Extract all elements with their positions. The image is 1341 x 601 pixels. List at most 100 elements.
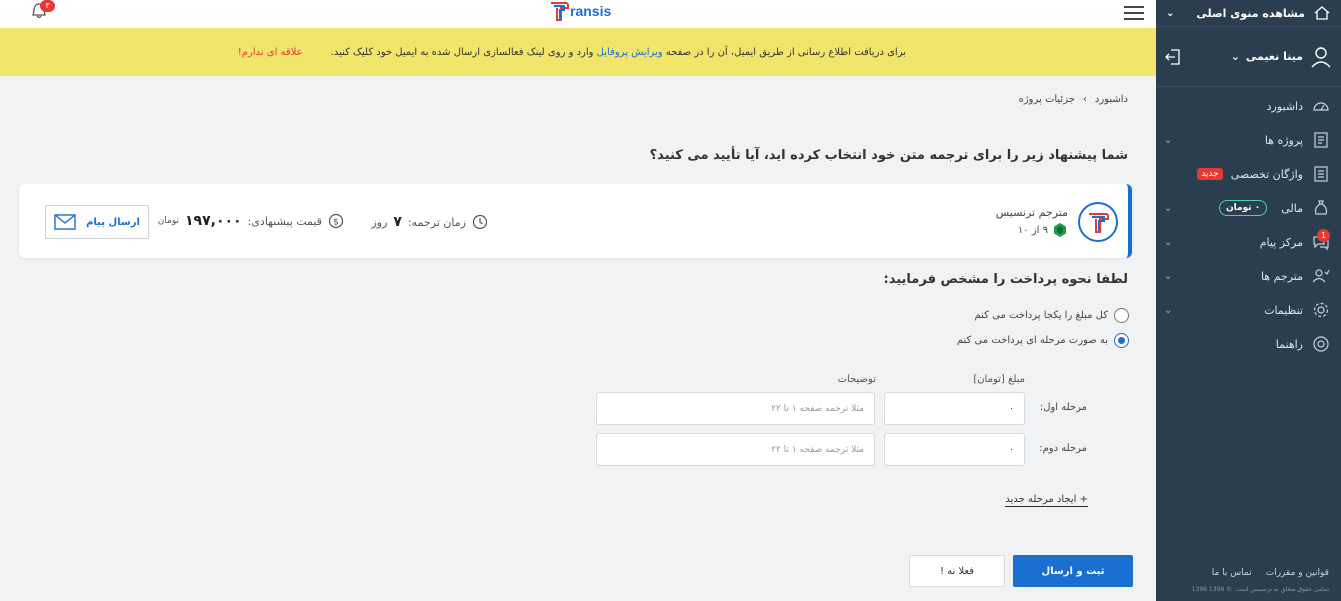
alert-text-after: وارد و روی لینک فعالسازی ارسال شده به ای…	[330, 46, 594, 58]
description-column-header: توضیحات	[837, 374, 876, 385]
sidebar-item-translators[interactable]: مترجم ها ⌄	[1156, 259, 1341, 293]
sidebar-item-messages[interactable]: 1 مرکز پیام ⌄	[1156, 225, 1341, 259]
add-new-stage-link[interactable]: + ایجاد مرحله جدید	[1005, 494, 1088, 507]
main-menu-toggle[interactable]: مشاهده منوی اصلی ⌄	[1156, 0, 1341, 27]
envelope-icon	[54, 214, 76, 230]
sidebar-item-label: واژگان تخصصی	[1230, 167, 1303, 181]
stage-1-description-input[interactable]: مثلا ترجمه صفحه ۱ تا ۲۲	[596, 392, 875, 425]
logo[interactable]: ransis	[548, 0, 611, 22]
chevron-down-icon: ⌄	[1164, 236, 1173, 248]
email-alert-banner: برای دریافت اطلاع رسانی از طریق ایمیل، آ…	[0, 28, 1156, 76]
rating-text: ۹ از ۱۰	[1017, 224, 1048, 236]
logout-icon[interactable]	[1164, 48, 1182, 66]
not-interested-link[interactable]: علاقه ای ندارم!	[238, 47, 303, 58]
price-label: قیمت پیشنهادی:	[247, 214, 322, 228]
footer-links: قوانین و مقررات تماس با ما	[1168, 568, 1329, 578]
stage-1-amount-input[interactable]: ۰	[884, 392, 1025, 425]
chevron-down-icon: ⌄	[1164, 270, 1173, 282]
option-stages-label: به صورت مرحله ای پرداخت می کنم	[956, 335, 1108, 346]
stage-2-description-input[interactable]: مثلا ترجمه صفحه ۱ تا ۲۲	[596, 433, 875, 466]
translation-time: زمان ترجمه: ۷ روز	[371, 214, 488, 230]
stage-2-label: مرحله دوم:	[1039, 443, 1087, 454]
footer-link-rules[interactable]: قوانین و مقررات	[1266, 568, 1329, 578]
main-menu-label: مشاهده منوی اصلی	[1196, 6, 1305, 20]
glossary-icon	[1311, 164, 1331, 184]
notification-count-badge: ۳	[40, 0, 55, 12]
lifebuoy-icon	[1311, 334, 1331, 354]
hamburger-menu-icon[interactable]	[1124, 2, 1144, 24]
sidebar-item-label: پروژه ها	[1264, 133, 1303, 147]
breadcrumb-separator: ›	[1082, 94, 1087, 105]
dollar-icon: $	[328, 213, 344, 229]
user-chevron-icon[interactable]: ⌄	[1231, 50, 1240, 63]
price-value: ۱۹۷,۰۰۰	[185, 213, 242, 229]
radio-full[interactable]	[1114, 308, 1129, 323]
stage-1-label: مرحله اول:	[1039, 402, 1087, 413]
messages-count-badge: 1	[1317, 229, 1330, 242]
chevron-down-icon: ⌄	[1164, 202, 1173, 214]
sidebar-item-settings[interactable]: تنظیمات ⌄	[1156, 293, 1341, 327]
radio-stages[interactable]	[1114, 333, 1129, 348]
breadcrumb-home[interactable]: داشبورد	[1095, 94, 1128, 105]
sidebar: مشاهده منوی اصلی ⌄ مینا نعیمی ⌄ داشبورد …	[1156, 0, 1341, 601]
sidebar-item-label: راهنما	[1275, 337, 1303, 351]
svg-text:$: $	[333, 218, 339, 228]
footer-link-contact[interactable]: تماس با ما	[1212, 568, 1252, 578]
translator-name[interactable]: مترجم ترنسیس	[996, 206, 1068, 219]
gear-icon	[1311, 300, 1331, 320]
dashboard-icon	[1311, 96, 1331, 116]
page-question: شما پیشنهاد زیر را برای ترجمه متن خود ان…	[649, 148, 1128, 163]
logo-text: ransis	[570, 3, 612, 19]
stage-2-amount-input[interactable]: ۰	[884, 433, 1025, 466]
translator-avatar	[1078, 202, 1118, 242]
chevron-down-icon: ⌄	[1164, 134, 1173, 146]
document-icon	[1311, 130, 1331, 150]
new-badge: جدید	[1197, 168, 1223, 180]
user-name[interactable]: مینا نعیمی	[1246, 50, 1303, 63]
clock-icon	[472, 214, 488, 230]
translator-logo-icon	[1089, 213, 1109, 233]
rating-badge-icon	[1054, 223, 1066, 237]
sidebar-item-label: مالی	[1281, 201, 1303, 215]
sidebar-footer: قوانین و مقررات تماس با ما تمامی حقوق مت…	[1156, 560, 1341, 601]
breadcrumb: داشبورد › جزئیات پروژه	[1019, 94, 1128, 105]
user-panel: مینا نعیمی ⌄	[1156, 27, 1341, 87]
sidebar-item-glossary[interactable]: واژگان تخصصی جدید	[1156, 157, 1341, 191]
edit-profile-link[interactable]: ویرایش پروفایل	[597, 47, 663, 58]
home-icon	[1314, 6, 1330, 20]
offer-card: مترجم ترنسیس ۹ از ۱۰ زمان ترجمه: ۷ روز $…	[19, 184, 1132, 258]
payment-option-stages[interactable]: به صورت مرحله ای پرداخت می کنم	[957, 333, 1129, 348]
send-message-button[interactable]: ارسال پیام	[45, 205, 149, 239]
sidebar-item-help[interactable]: راهنما	[1156, 327, 1341, 361]
not-now-button[interactable]: فعلا نه !	[909, 555, 1005, 587]
sidebar-item-projects[interactable]: پروژه ها ⌄	[1156, 123, 1341, 157]
copyright: تمامی حقوق متعلق به ترنسیس است. © 1398 1…	[1191, 586, 1329, 593]
chevron-down-icon: ⌄	[1164, 304, 1173, 316]
money-bag-icon	[1311, 198, 1331, 218]
sidebar-item-label: مترجم ها	[1260, 269, 1303, 283]
breadcrumb-current: جزئیات پروژه	[1018, 94, 1075, 105]
time-value: ۷	[393, 214, 402, 230]
chevron-down-icon: ⌄	[1166, 7, 1175, 19]
time-unit: روز	[371, 215, 388, 229]
send-message-label: ارسال پیام	[86, 216, 140, 228]
time-label: زمان ترجمه:	[407, 215, 466, 229]
translators-icon	[1311, 266, 1331, 286]
top-header: ransis ۳	[0, 0, 1156, 28]
wallet-balance-badge: ۰ تومان	[1218, 200, 1268, 216]
user-icon	[1311, 46, 1331, 67]
submit-button[interactable]: ثبت و ارسال	[1013, 555, 1133, 587]
sidebar-item-label: مرکز پیام	[1259, 235, 1303, 249]
sidebar-item-finance[interactable]: مالی ۰ تومان ⌄	[1156, 191, 1341, 225]
sidebar-item-label: تنظیمات	[1264, 303, 1303, 317]
price-unit: تومان	[157, 216, 180, 226]
sidebar-item-label: داشبورد	[1266, 99, 1303, 113]
payment-title: لطفا نحوه پرداخت را مشخص فرمایید:	[883, 272, 1128, 287]
offer-price: $ قیمت پیشنهادی: ۱۹۷,۰۰۰ تومان	[158, 213, 344, 229]
amount-column-header: مبلغ [تومان]	[973, 374, 1025, 385]
logo-mark-icon	[551, 2, 569, 21]
translator-rating: ۹ از ۱۰	[1018, 222, 1068, 238]
sidebar-item-dashboard[interactable]: داشبورد	[1156, 89, 1341, 123]
alert-text-before: برای دریافت اطلاع رسانی از طریق ایمیل، آ…	[665, 46, 906, 58]
payment-option-full[interactable]: کل مبلغ را یکجا پرداخت می کنم	[975, 308, 1129, 323]
